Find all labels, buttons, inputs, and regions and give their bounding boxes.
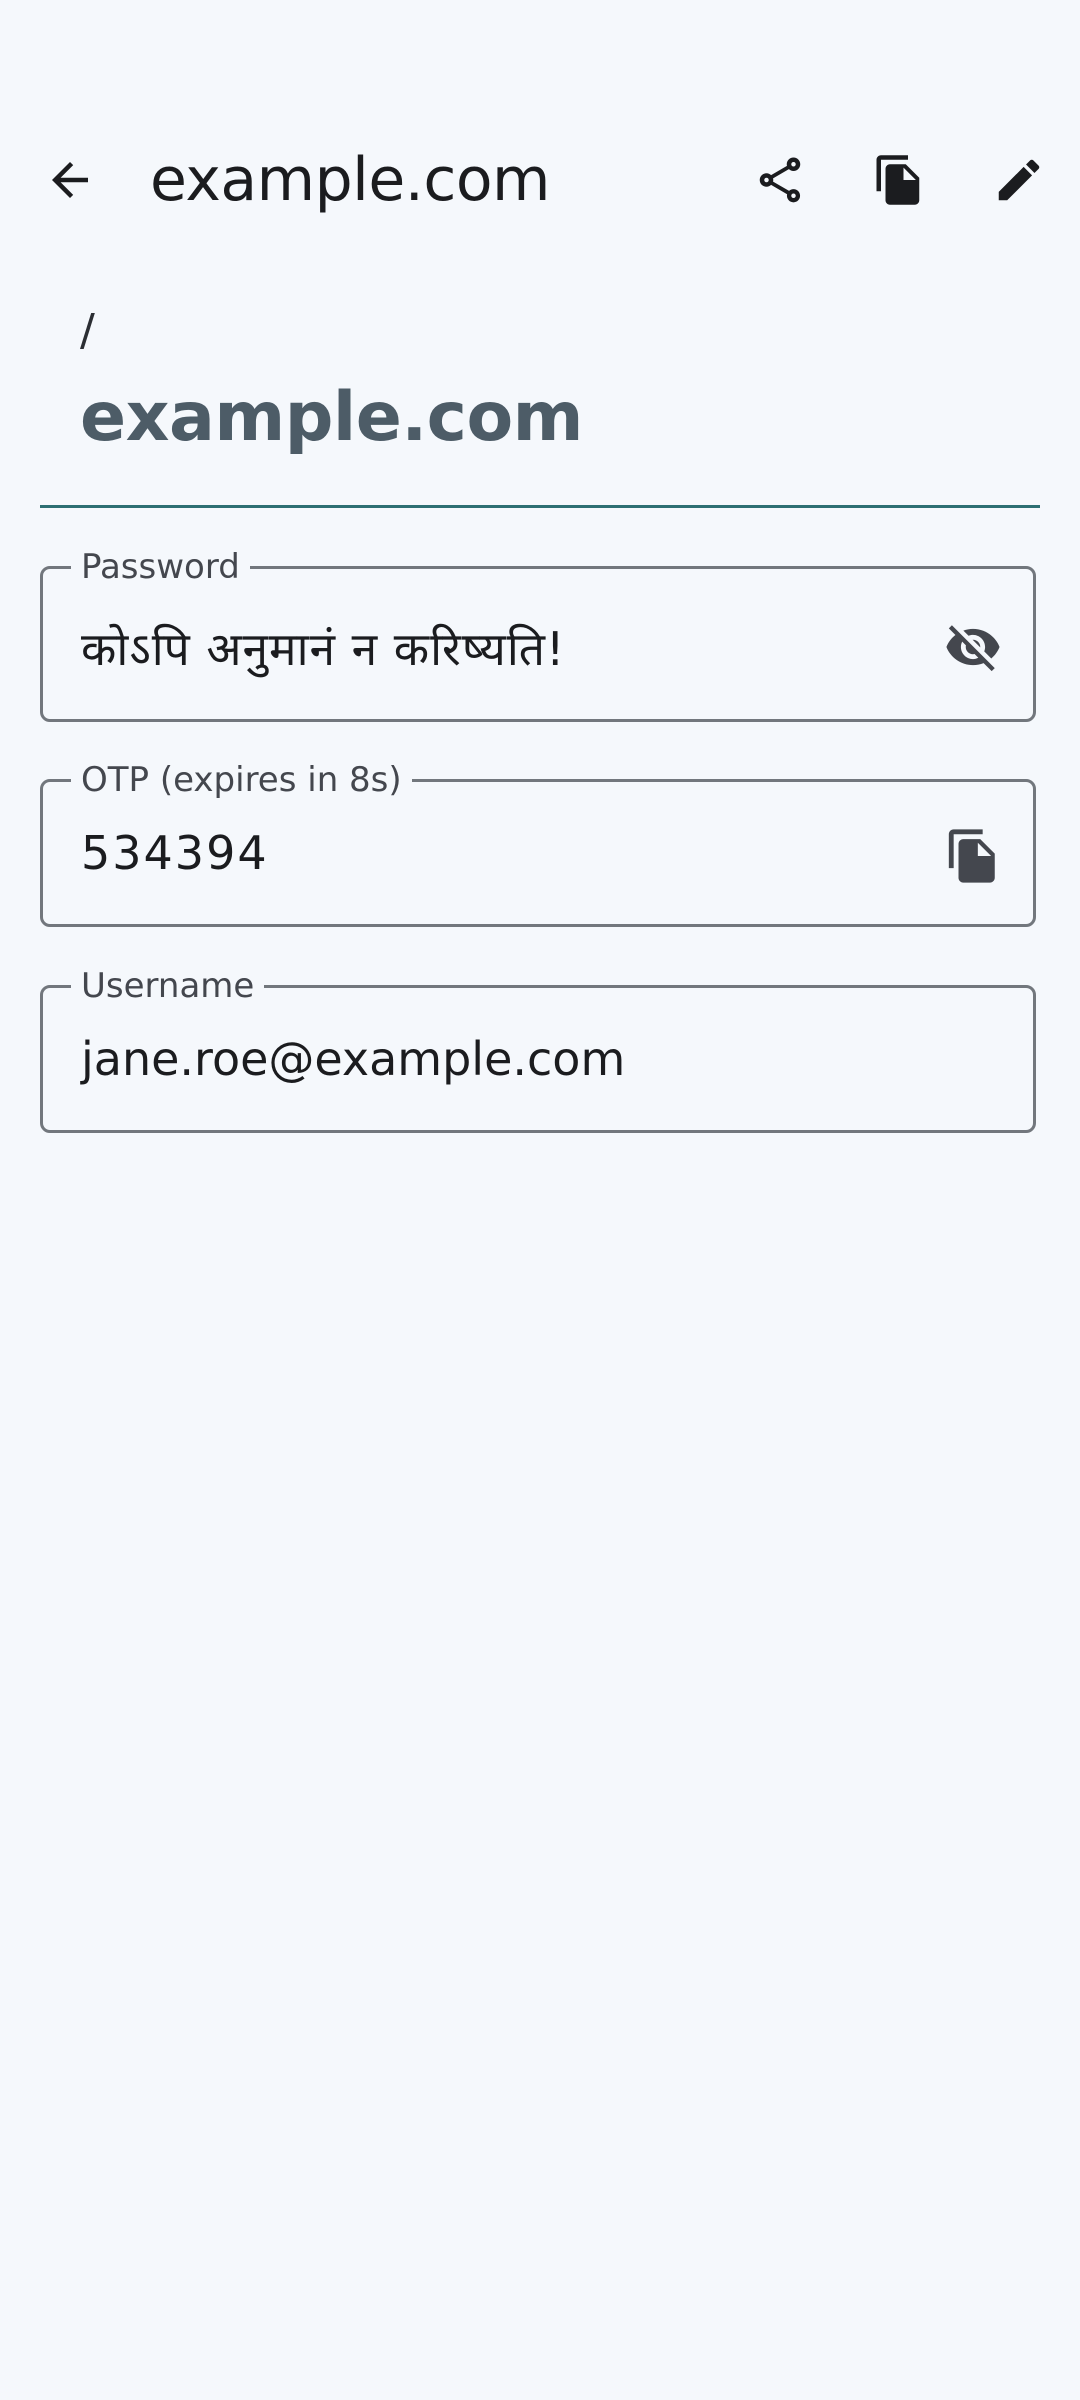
back-button[interactable] xyxy=(22,132,118,228)
otp-field[interactable]: OTP (expires in 8s) 534394 xyxy=(40,760,1036,927)
entry-path: / xyxy=(80,305,95,356)
otp-value[interactable]: 534394 xyxy=(81,826,269,880)
toggle-password-visibility-button[interactable] xyxy=(933,607,1013,687)
edit-icon xyxy=(998,159,1040,201)
visibility-off-icon xyxy=(946,625,1000,672)
copy-icon xyxy=(948,829,995,883)
copy-icon xyxy=(876,155,920,205)
copy-password-button[interactable] xyxy=(851,132,947,228)
app-bar-title: example.com xyxy=(150,145,550,215)
copy-otp-button[interactable] xyxy=(933,816,1013,896)
username-label: Username xyxy=(71,966,265,1006)
password-label: Password xyxy=(71,547,250,587)
password-entry-screen: example.com / example.com Password कोऽपि… xyxy=(0,0,1080,2400)
password-value[interactable]: कोऽपि अनुमानं न करिष्यति! xyxy=(81,617,565,679)
top-app-bar: example.com xyxy=(0,110,1080,250)
otp-label: OTP (expires in 8s) xyxy=(71,760,412,800)
password-field[interactable]: Password कोऽपि अनुमानं न करिष्यति! xyxy=(40,547,1036,722)
entry-title: example.com xyxy=(80,378,584,457)
share-button[interactable] xyxy=(732,132,828,228)
header-divider xyxy=(40,505,1040,508)
username-value[interactable]: jane.roe@example.com xyxy=(81,1032,625,1086)
arrow-back-icon xyxy=(52,162,88,198)
share-icon xyxy=(759,157,801,203)
username-field[interactable]: Username jane.roe@example.com xyxy=(40,966,1036,1133)
edit-button[interactable] xyxy=(971,132,1067,228)
